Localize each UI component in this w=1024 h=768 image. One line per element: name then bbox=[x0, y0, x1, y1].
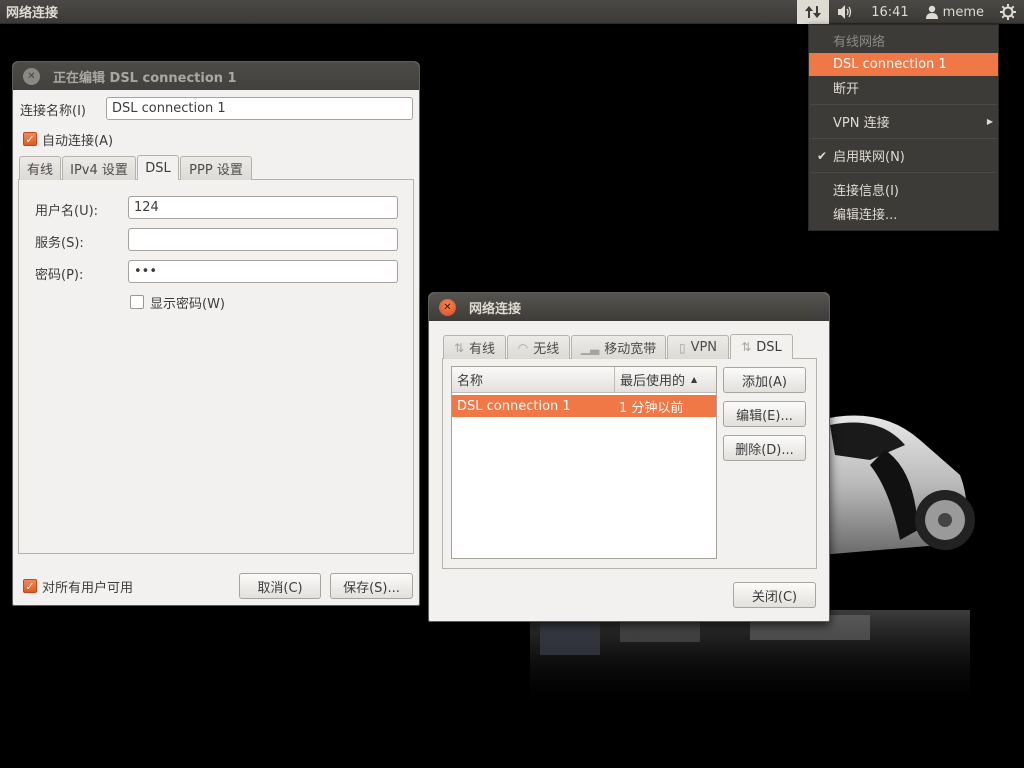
volume-indicator[interactable] bbox=[829, 0, 863, 24]
menu-header-wired: 有线网络 bbox=[833, 35, 886, 50]
all-users-label: 对所有用户可用 bbox=[42, 581, 134, 596]
tab-ipv4[interactable]: IPv4 设置 bbox=[62, 156, 136, 180]
network-menu: 有线网络 DSL connection 1 断开 VPN 连接 ▶ ✔ 启用联网… bbox=[808, 24, 999, 231]
table-row[interactable]: DSL connection 1 1 分钟以前 bbox=[452, 395, 716, 417]
submenu-arrow-icon: ▶ bbox=[986, 117, 993, 126]
column-header-last-used[interactable]: 最后使用的 ▲ bbox=[615, 367, 716, 393]
tab-wired[interactable]: 有线 bbox=[19, 156, 61, 180]
tab-wireless[interactable]: ◠ 无线 bbox=[507, 335, 570, 359]
edit-button[interactable]: 编辑(E)... bbox=[723, 401, 806, 427]
tab-wireless-label: 无线 bbox=[533, 342, 560, 357]
cancel-button[interactable]: 取消(C) bbox=[239, 573, 321, 599]
menu-item-enable-network[interactable]: ✔ 启用联网(N) bbox=[809, 144, 998, 167]
tab-mobile-broadband-label: 移动宽带 bbox=[604, 342, 657, 357]
connection-name-label: 连接名称(I) bbox=[20, 104, 86, 119]
show-password-checkbox[interactable] bbox=[130, 295, 144, 309]
row-connection-name: DSL connection 1 bbox=[457, 398, 571, 414]
edit-window-title: 正在编辑 DSL connection 1 bbox=[53, 70, 237, 86]
menu-separator bbox=[810, 172, 997, 173]
edit-connection-window: ✕ 正在编辑 DSL connection 1 连接名称(I) ✓ 自动连接(A… bbox=[12, 61, 420, 606]
auto-connect-label: 自动连接(A) bbox=[42, 134, 114, 149]
top-panel: 网络连接 16:41 meme bbox=[0, 0, 1024, 24]
menu-item-enable-network-label: 启用联网(N) bbox=[833, 150, 905, 165]
close-icon[interactable]: ✕ bbox=[23, 67, 40, 85]
checkmark-icon: ✔ bbox=[817, 148, 828, 163]
close-icon[interactable]: ✕ bbox=[439, 298, 456, 316]
menu-item-vpn-label: VPN 连接 bbox=[833, 116, 890, 131]
wifi-icon: ◠ bbox=[517, 340, 529, 355]
network-connections-window: ✕ 网络连接 ⇅ 有线 ◠ 无线 ▁▃ 移动宽带 ▯ VPN ⇅ DSL 名称 最后使用的… bbox=[428, 292, 830, 622]
network-updown-icon: ⇅ bbox=[741, 340, 752, 354]
username-label: 用户名(U): bbox=[35, 204, 99, 219]
tab-mobile-broadband[interactable]: ▁▃ 移动宽带 bbox=[571, 335, 666, 359]
delete-button[interactable]: 删除(D)... bbox=[723, 435, 806, 461]
menu-item-disconnect[interactable]: 断开 bbox=[809, 76, 998, 99]
save-button[interactable]: 保存(S)... bbox=[330, 573, 413, 599]
menu-item-edit-connections[interactable]: 编辑连接... bbox=[809, 202, 998, 225]
tab-vpn-label: VPN bbox=[690, 340, 718, 355]
signal-bars-icon: ▁▃ bbox=[580, 340, 600, 355]
connections-window-title: 网络连接 bbox=[469, 301, 522, 317]
volume-icon bbox=[838, 5, 852, 19]
tab-wired-label: 有线 bbox=[469, 342, 496, 357]
clock[interactable]: 16:41 bbox=[863, 0, 916, 24]
tab-dsl[interactable]: DSL bbox=[137, 155, 179, 180]
user-name: meme bbox=[942, 4, 984, 20]
add-button[interactable]: 添加(A) bbox=[723, 367, 806, 393]
menu-item-connection-info[interactable]: 连接信息(I) bbox=[809, 178, 998, 201]
service-label: 服务(S): bbox=[35, 236, 84, 251]
menu-item-vpn[interactable]: VPN 连接 ▶ bbox=[809, 110, 998, 133]
password-label: 密码(P): bbox=[35, 268, 84, 283]
tab-vpn[interactable]: ▯ VPN bbox=[667, 335, 729, 359]
connections-window-titlebar[interactable]: ✕ 网络连接 bbox=[429, 293, 829, 321]
lock-icon: ▯ bbox=[678, 340, 686, 355]
auto-connect-checkbox[interactable]: ✓ bbox=[23, 132, 37, 146]
panel-app-title: 网络连接 bbox=[6, 6, 59, 21]
user-menu[interactable]: meme bbox=[917, 0, 992, 24]
column-header-name[interactable]: 名称 bbox=[452, 367, 615, 393]
sort-ascending-icon: ▲ bbox=[691, 375, 698, 384]
connections-list[interactable]: 名称 最后使用的 ▲ DSL connection 1 1 分钟以前 bbox=[451, 366, 717, 559]
menu-separator bbox=[810, 138, 997, 139]
tab-dsl-label: DSL bbox=[756, 339, 782, 355]
edit-window-titlebar[interactable]: ✕ 正在编辑 DSL connection 1 bbox=[13, 62, 419, 90]
network-updown-icon: ⇅ bbox=[453, 340, 465, 355]
username-input[interactable] bbox=[128, 196, 398, 219]
user-icon bbox=[925, 5, 938, 19]
tab-wired[interactable]: ⇅ 有线 bbox=[443, 335, 506, 359]
session-menu[interactable] bbox=[992, 0, 1024, 24]
column-header-last-used-label: 最后使用的 bbox=[620, 374, 686, 389]
password-input[interactable] bbox=[128, 260, 398, 283]
row-last-used: 1 分钟以前 bbox=[619, 400, 684, 416]
menu-item-dsl-connection[interactable]: DSL connection 1 bbox=[809, 53, 998, 76]
all-users-checkbox[interactable]: ✓ bbox=[23, 579, 37, 593]
gear-icon bbox=[1000, 4, 1016, 20]
connection-name-input[interactable] bbox=[106, 97, 413, 120]
network-updown-icon bbox=[805, 6, 822, 18]
tab-ppp[interactable]: PPP 设置 bbox=[180, 156, 252, 180]
service-input[interactable] bbox=[128, 228, 398, 251]
network-indicator[interactable] bbox=[797, 0, 830, 24]
menu-separator bbox=[810, 104, 997, 105]
tab-dsl[interactable]: ⇅ DSL bbox=[730, 334, 793, 359]
close-button[interactable]: 关闭(C) bbox=[733, 582, 816, 608]
show-password-label: 显示密码(W) bbox=[150, 297, 225, 312]
system-tray: 16:41 meme bbox=[797, 0, 1024, 24]
